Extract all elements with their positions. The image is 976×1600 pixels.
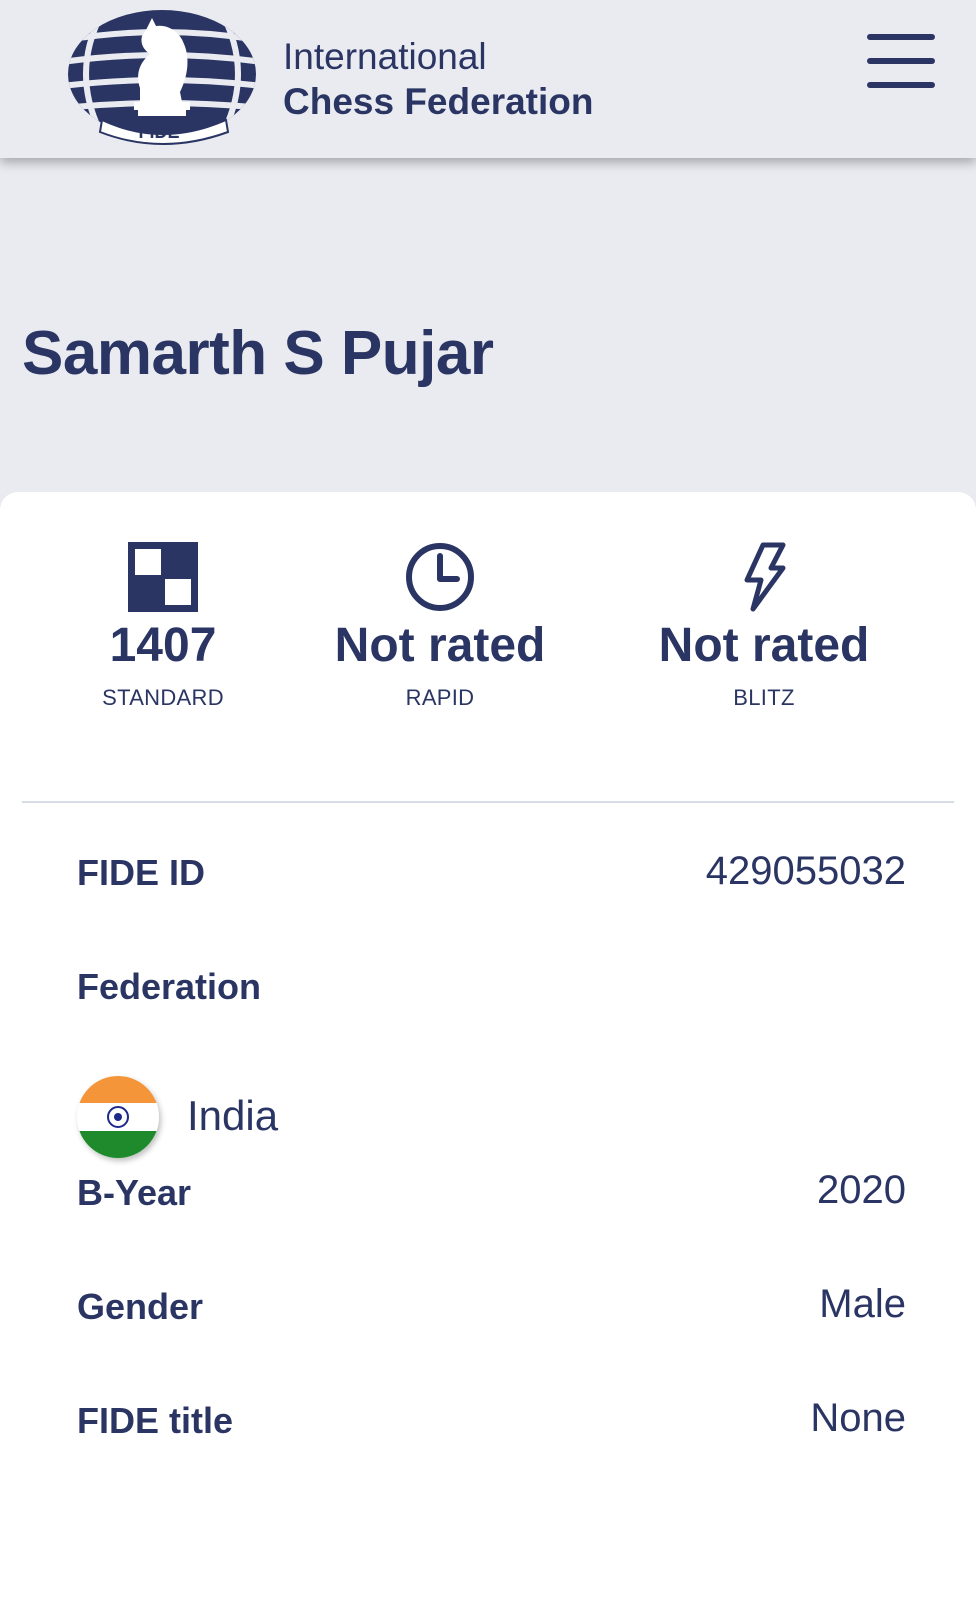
divider (22, 801, 954, 803)
fide-title-label: FIDE title (77, 1400, 234, 1441)
federation-country[interactable]: India (187, 1092, 278, 1140)
fide-id-value: 429055032 (705, 849, 906, 893)
gender-value: Male (819, 1282, 906, 1326)
menu-bar (867, 34, 935, 40)
hamburger-menu-icon[interactable] (867, 34, 935, 90)
site-header: FIDE International Chess Federation (0, 0, 976, 158)
gender-label: Gender (77, 1286, 204, 1327)
byear-label: B-Year (77, 1172, 192, 1213)
byear-value: 2020 (817, 1168, 906, 1212)
rating-label: BLITZ (733, 684, 795, 710)
rating-standard: 1407 STANDARD (83, 540, 243, 711)
lightning-icon (640, 540, 888, 612)
brand-line-2: Chess Federation (283, 81, 594, 123)
fide-id-label: FIDE ID (77, 852, 206, 893)
chessboard-icon (83, 540, 243, 612)
clock-icon (320, 540, 560, 612)
player-name: Samarth S Pujar (22, 319, 494, 388)
fide-logo-icon: FIDE (68, 10, 256, 145)
federation-label: Federation (77, 966, 262, 1007)
brand-line-1: International (283, 36, 487, 77)
logo-text: FIDE (138, 122, 179, 142)
rating-value: 1407 (109, 619, 217, 672)
rating-blitz: Not rated BLITZ (640, 540, 888, 711)
menu-bar (867, 82, 935, 88)
fide-logo[interactable]: FIDE (66, 6, 262, 146)
menu-bar (867, 58, 935, 64)
brand-title[interactable]: International Chess Federation (283, 34, 593, 124)
india-flag-icon (77, 1076, 159, 1158)
rating-value: Not rated (658, 619, 870, 672)
rating-rapid: Not rated RAPID (320, 540, 560, 711)
rating-value: Not rated (334, 619, 546, 672)
fide-title-value: None (810, 1396, 906, 1440)
rating-label: STANDARD (102, 684, 224, 710)
rating-label: RAPID (405, 684, 475, 710)
player-profile-card: 1407 STANDARD Not rated RAPID Not rated … (0, 492, 976, 1600)
